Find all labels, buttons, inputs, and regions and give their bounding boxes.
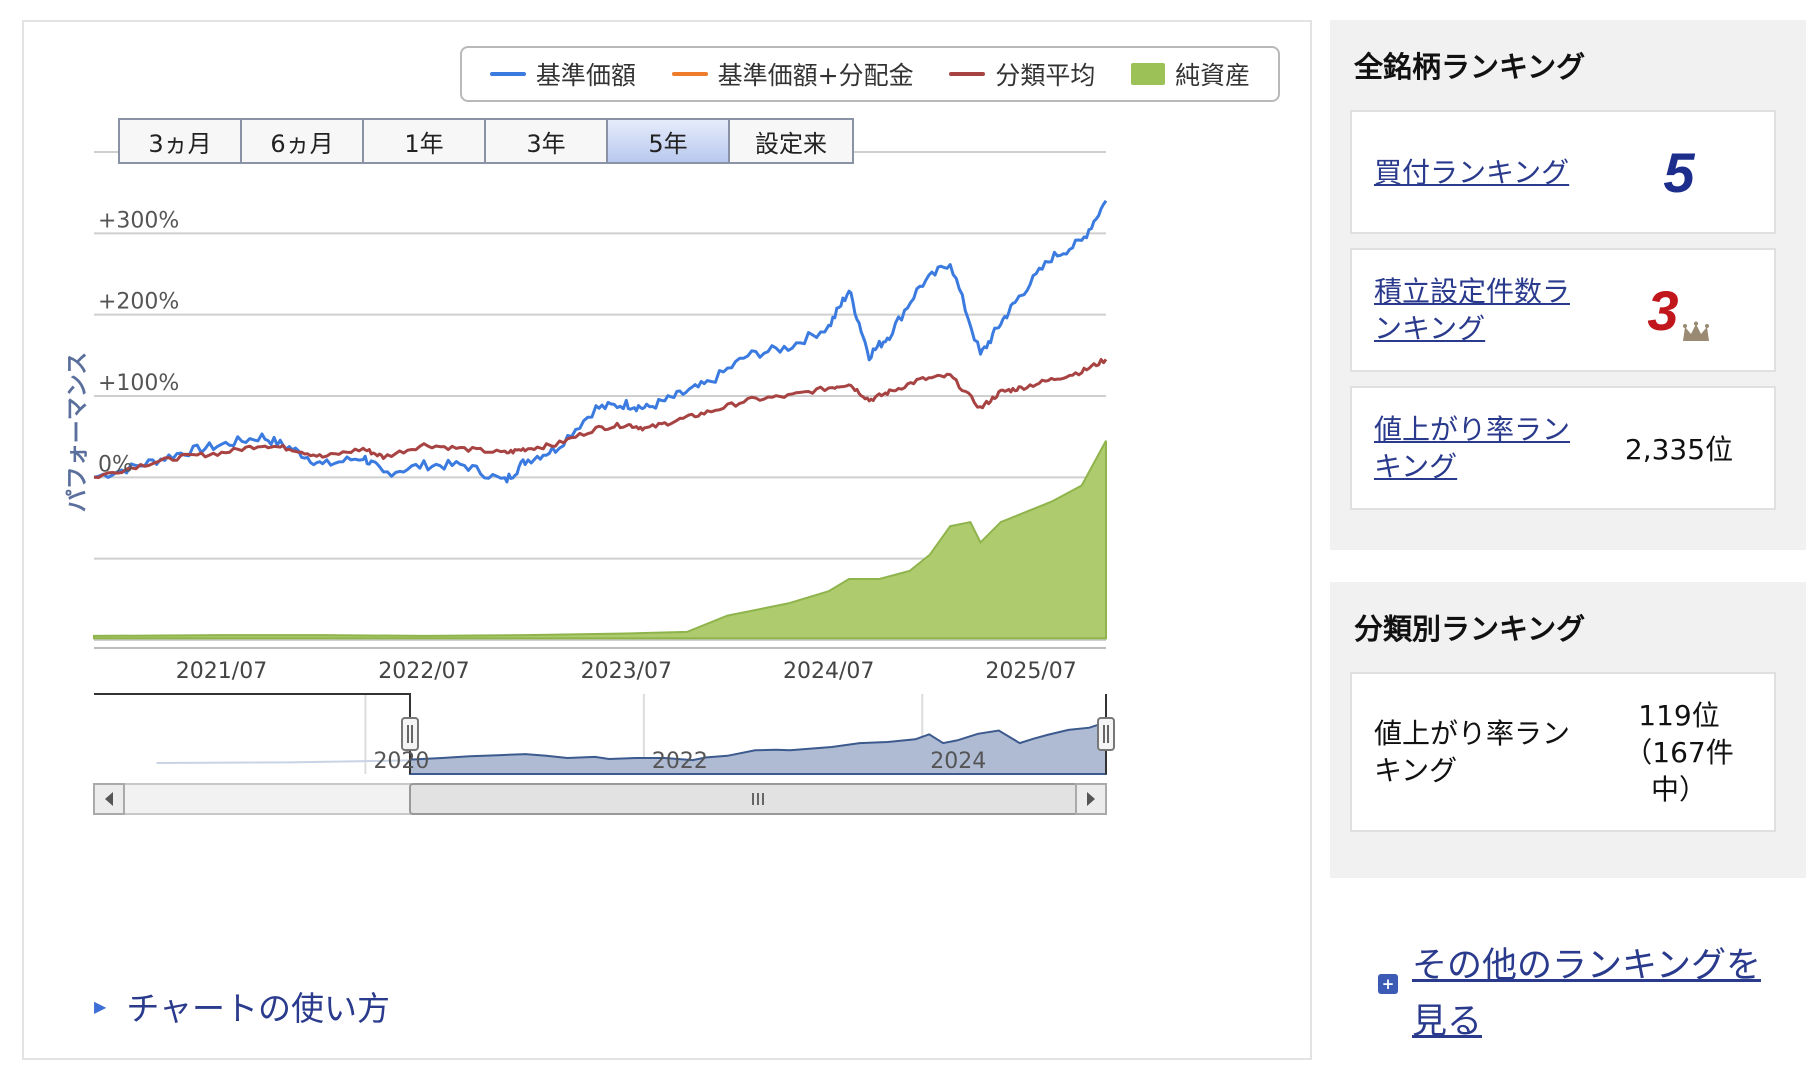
category-price-rise-value: 119位（167件中） — [1624, 698, 1734, 806]
y-tick-label: +300% — [98, 208, 179, 233]
purchase-ranking-value: 5 — [1604, 140, 1754, 205]
performance-chart: +300% +200% +100% 0% 2021/07 2022/07 2023/07 20… — [93, 151, 1115, 815]
all-ranking-panel: 全銘柄ランキング 買付ランキング 5 積立設定件数ランキング 3 値上がり率ラン… — [1330, 20, 1806, 550]
legend-item-net-assets[interactable]: 純資産 — [1131, 56, 1250, 92]
accumulation-ranking-value: 3 — [1604, 278, 1754, 343]
x-tick-label: 2023/07 — [581, 659, 672, 684]
y-axis-label: パフォーマンス — [54, 352, 94, 513]
chart-howto-link[interactable]: ▶ チャートの使い方 — [94, 982, 390, 1030]
navigator-handle-left[interactable] — [400, 717, 419, 751]
legend-swatch — [671, 72, 708, 76]
series-line-category-average — [93, 358, 1108, 479]
purchase-ranking-link[interactable]: 買付ランキング — [1374, 154, 1584, 191]
ranking-card-accumulation: 積立設定件数ランキング 3 — [1350, 248, 1776, 372]
triangle-right-icon: ▶ — [94, 996, 107, 1016]
price-rise-ranking-link[interactable]: 値上がり率ランキング — [1374, 411, 1584, 485]
category-ranking-title: 分類別ランキング — [1354, 612, 1586, 646]
ranking-card-price-rise: 値上がり率ランキング 2,335位 — [1350, 386, 1776, 510]
chart-legend: 基準価額 基準価額+分配金 分類平均 純資産 — [460, 46, 1280, 102]
navigator-label: 2022 — [652, 749, 708, 774]
legend-item-category-avg[interactable]: 分類平均 — [949, 56, 1095, 92]
navigator-label: 2020 — [373, 749, 429, 774]
purchase-rank-number: 5 — [1663, 140, 1695, 204]
range-button-3m[interactable]: 3ヵ月 — [120, 120, 242, 162]
navigator-history-line — [156, 759, 411, 764]
accumulation-ranking-link[interactable]: 積立設定件数ランキング — [1374, 273, 1584, 347]
navigator-handle-right[interactable] — [1097, 717, 1115, 751]
more-rankings-link[interactable]: + その他のランキングを見る — [1378, 938, 1782, 1050]
range-button-1y[interactable]: 1年 — [364, 120, 486, 162]
y-tick-label: +200% — [98, 290, 179, 315]
more-rankings-label: その他のランキングを見る — [1412, 946, 1761, 1042]
crown-icon — [1682, 321, 1709, 341]
plus-box-icon: + — [1378, 974, 1398, 994]
legend-item-nav-dividend[interactable]: 基準価額+分配金 — [671, 56, 914, 92]
series-line-nav — [93, 199, 1108, 484]
x-tick-label: 2021/07 — [176, 659, 267, 684]
chart-panel: +300% +200% +100% 0% 2021/07 2022/07 2023/07 20… — [22, 20, 1312, 1060]
y-tick-label: 0% — [98, 452, 133, 477]
legend-swatch — [489, 72, 526, 76]
x-tick-label: 2025/07 — [985, 659, 1076, 684]
range-button-5y[interactable]: 5年 — [608, 120, 730, 162]
navigator-label: 2024 — [930, 749, 986, 774]
price-rise-ranking-value: 2,335位 — [1624, 433, 1734, 466]
navigator-selected-area — [408, 720, 1107, 775]
range-button-since-inception[interactable]: 設定来 — [730, 120, 852, 162]
all-ranking-title: 全銘柄ランキング — [1354, 50, 1586, 84]
legend-swatch — [1131, 63, 1166, 85]
y-tick-label: +100% — [98, 371, 179, 396]
y-axis-label-text: パフォーマンス — [64, 351, 91, 513]
ranking-card-purchase: 買付ランキング 5 — [1350, 110, 1776, 234]
accumulation-rank-number: 3 — [1647, 278, 1679, 342]
chart-howto-label: チャートの使い方 — [126, 989, 390, 1028]
legend-label: 基準価額+分配金 — [717, 61, 914, 90]
category-ranking-panel: 分類別ランキング 値上がり率ランキング 119位（167件中） — [1330, 582, 1806, 878]
legend-swatch — [949, 72, 986, 76]
range-button-3y[interactable]: 3年 — [486, 120, 608, 162]
x-tick-label: 2022/07 — [378, 659, 469, 684]
legend-label: 基準価額 — [535, 61, 636, 90]
legend-label: 純資産 — [1175, 61, 1251, 90]
range-button-6m[interactable]: 6ヵ月 — [242, 120, 364, 162]
legend-label: 分類平均 — [995, 61, 1096, 90]
series-area-net-assets — [93, 440, 1107, 640]
x-tick-label: 2024/07 — [783, 659, 874, 684]
range-selector: 3ヵ月 6ヵ月 1年 3年 5年 設定来 — [118, 118, 854, 164]
ranking-card-category-price-rise: 値上がり率ランキング 119位（167件中） — [1350, 672, 1776, 832]
category-price-rise-label: 値上がり率ランキング — [1374, 717, 1571, 787]
legend-item-nav[interactable]: 基準価額 — [489, 56, 636, 92]
